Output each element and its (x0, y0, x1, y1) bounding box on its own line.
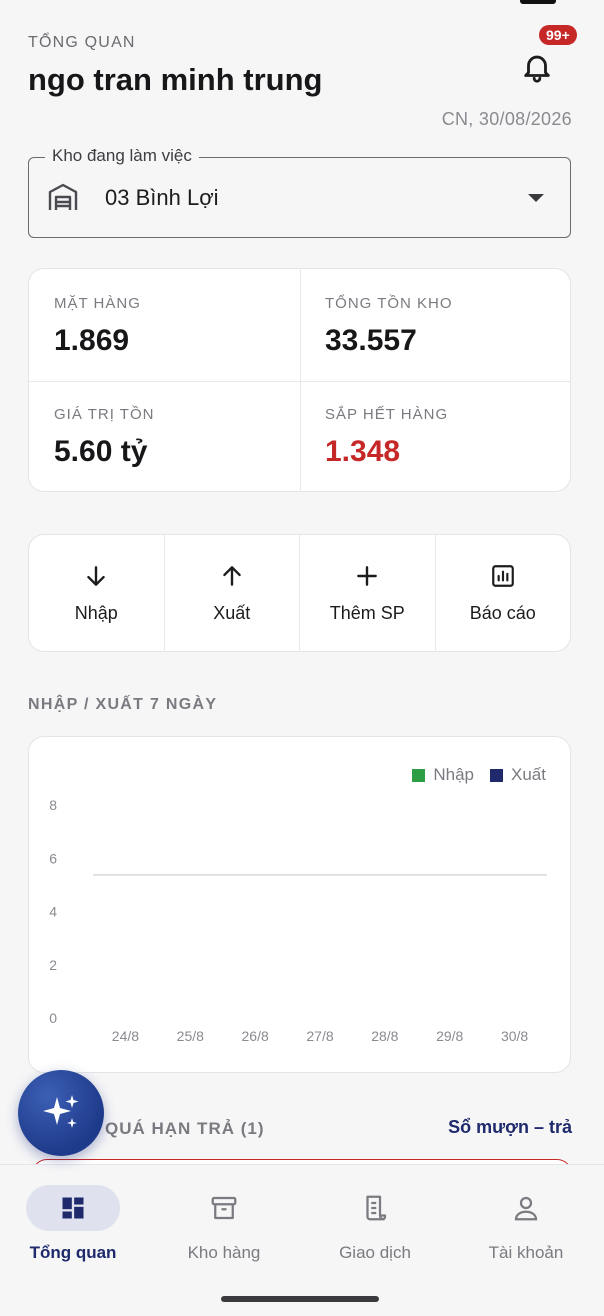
stat-value: 33.557 (325, 324, 417, 357)
legend-item-import: Nhập (412, 765, 474, 785)
chart-plot: 0 2 4 6 8 24/8 25/8 26/8 27/8 28/8 29/8 30/8 (49, 797, 547, 1044)
action-label: Báo cáo (469, 603, 536, 623)
divider (300, 269, 301, 491)
action-label: Nhập (74, 603, 118, 623)
x-tick-label: 27/8 (306, 1028, 333, 1044)
bottom-navigation: Tổng quan Kho hàng Giao dịch Tài khoản (0, 1164, 604, 1316)
legend-label: Nhập (433, 765, 475, 784)
add-product-button[interactable]: Thêm SP (300, 535, 436, 651)
stat-total-stock: TỔNG TỒN KHO 33.557 (325, 295, 565, 358)
chart-card: 0 2 4 6 8 24/8 25/8 26/8 27/8 28/8 29/8 30/8 Nhập X… (28, 736, 571, 1073)
dashboard-icon (62, 1197, 84, 1219)
legend-swatch (412, 768, 426, 782)
nav-item-transactions[interactable]: Giao dịch (300, 1185, 450, 1263)
current-date: CN, 30/08/2026 (441, 109, 572, 129)
sparkles-icon (43, 1095, 79, 1128)
warehouse-select-label: Kho đang làm việc (45, 146, 199, 166)
y-tick-label: 0 (49, 1010, 57, 1026)
chevron-down-icon (528, 194, 544, 202)
legend-label: Xuất (511, 765, 546, 784)
nav-label: Giao dịch (339, 1243, 411, 1262)
export-button[interactable]: Xuất (165, 535, 300, 651)
plus-icon (357, 566, 378, 586)
stat-label: GIÁ TRỊ TỒN (54, 406, 155, 423)
nav-item-account[interactable]: Tài khoản (451, 1185, 601, 1263)
chart-legend: Nhập Xuất (412, 765, 546, 785)
warehouse-select-value: 03 Bình Lợi (105, 185, 219, 210)
stat-stock-value: GIÁ TRỊ TỒN 5.60 tỷ (54, 406, 294, 469)
stat-label: TỔNG TỒN KHO (325, 295, 453, 312)
y-tick-label: 8 (49, 797, 57, 813)
nav-pill (328, 1185, 422, 1231)
user-name: ngo tran minh trung (28, 62, 323, 97)
x-tick-label: 25/8 (177, 1028, 204, 1044)
home-indicator (221, 1296, 379, 1302)
status-bar (0, 0, 604, 6)
receipt-icon (366, 1195, 387, 1221)
x-tick-label: 28/8 (371, 1028, 398, 1044)
arrow-down-icon (87, 566, 106, 586)
stat-value: 1.869 (54, 324, 130, 357)
y-tick-label: 4 (49, 904, 57, 920)
nav-item-warehouse[interactable]: Kho hàng (149, 1185, 299, 1263)
x-tick-label: 26/8 (242, 1028, 269, 1044)
report-button[interactable]: Báo cáo (436, 535, 571, 651)
action-label: Thêm SP (329, 603, 405, 623)
battery-icon (520, 0, 556, 4)
x-tick-label: 29/8 (436, 1028, 463, 1044)
legend-item-export: Xuất (490, 765, 546, 785)
stat-low-stock[interactable]: SẮP HẾT HÀNG 1.348 (325, 406, 565, 469)
import-button[interactable]: Nhập (29, 535, 165, 651)
bell-icon[interactable] (520, 50, 554, 84)
stat-label: MẶT HÀNG (54, 295, 141, 312)
bar-chart-icon (491, 565, 514, 587)
overdue-title: QUÁ HẠN TRẢ (1) (105, 1119, 265, 1138)
stat-value: 1.348 (325, 435, 401, 468)
nav-item-overview[interactable]: Tổng quan (0, 1185, 148, 1263)
y-tick-label: 2 (49, 957, 57, 973)
ai-assistant-button[interactable] (18, 1070, 104, 1156)
page-overline: TỔNG QUAN (28, 34, 136, 51)
nav-label: Tổng quan (29, 1243, 117, 1262)
y-tick-label: 6 (49, 850, 57, 866)
nav-pill (479, 1185, 573, 1231)
nav-pill (177, 1185, 271, 1231)
legend-swatch (490, 768, 504, 782)
stat-label: SẮP HẾT HÀNG (325, 406, 449, 423)
arrow-up-icon (222, 566, 241, 586)
x-tick-label: 24/8 (112, 1028, 139, 1044)
x-tick-label: 30/8 (501, 1028, 528, 1044)
stat-items: MẶT HÀNG 1.869 (54, 295, 294, 358)
nav-pill (26, 1185, 120, 1231)
archive-icon (211, 1196, 237, 1220)
nav-label: Kho hàng (187, 1243, 261, 1262)
person-icon (514, 1196, 538, 1221)
warehouse-icon (47, 182, 79, 212)
nav-label: Tài khoản (488, 1243, 564, 1262)
quick-actions: Nhập Xuất Thêm SP Báo cáo (28, 534, 571, 652)
loan-book-link[interactable]: Sổ mượn – trả (448, 1117, 572, 1138)
chart-section-title: NHẬP / XUẤT 7 NGÀY (28, 696, 218, 713)
notification-badge: 99+ (539, 25, 577, 45)
divider (29, 381, 570, 382)
stat-value: 5.60 tỷ (54, 435, 148, 468)
warehouse-select[interactable]: Kho đang làm việc 03 Bình Lợi (28, 146, 571, 238)
stats-card: MẶT HÀNG 1.869 TỔNG TỒN KHO 33.557 GIÁ T… (28, 268, 571, 492)
action-label: Xuất (213, 603, 251, 623)
